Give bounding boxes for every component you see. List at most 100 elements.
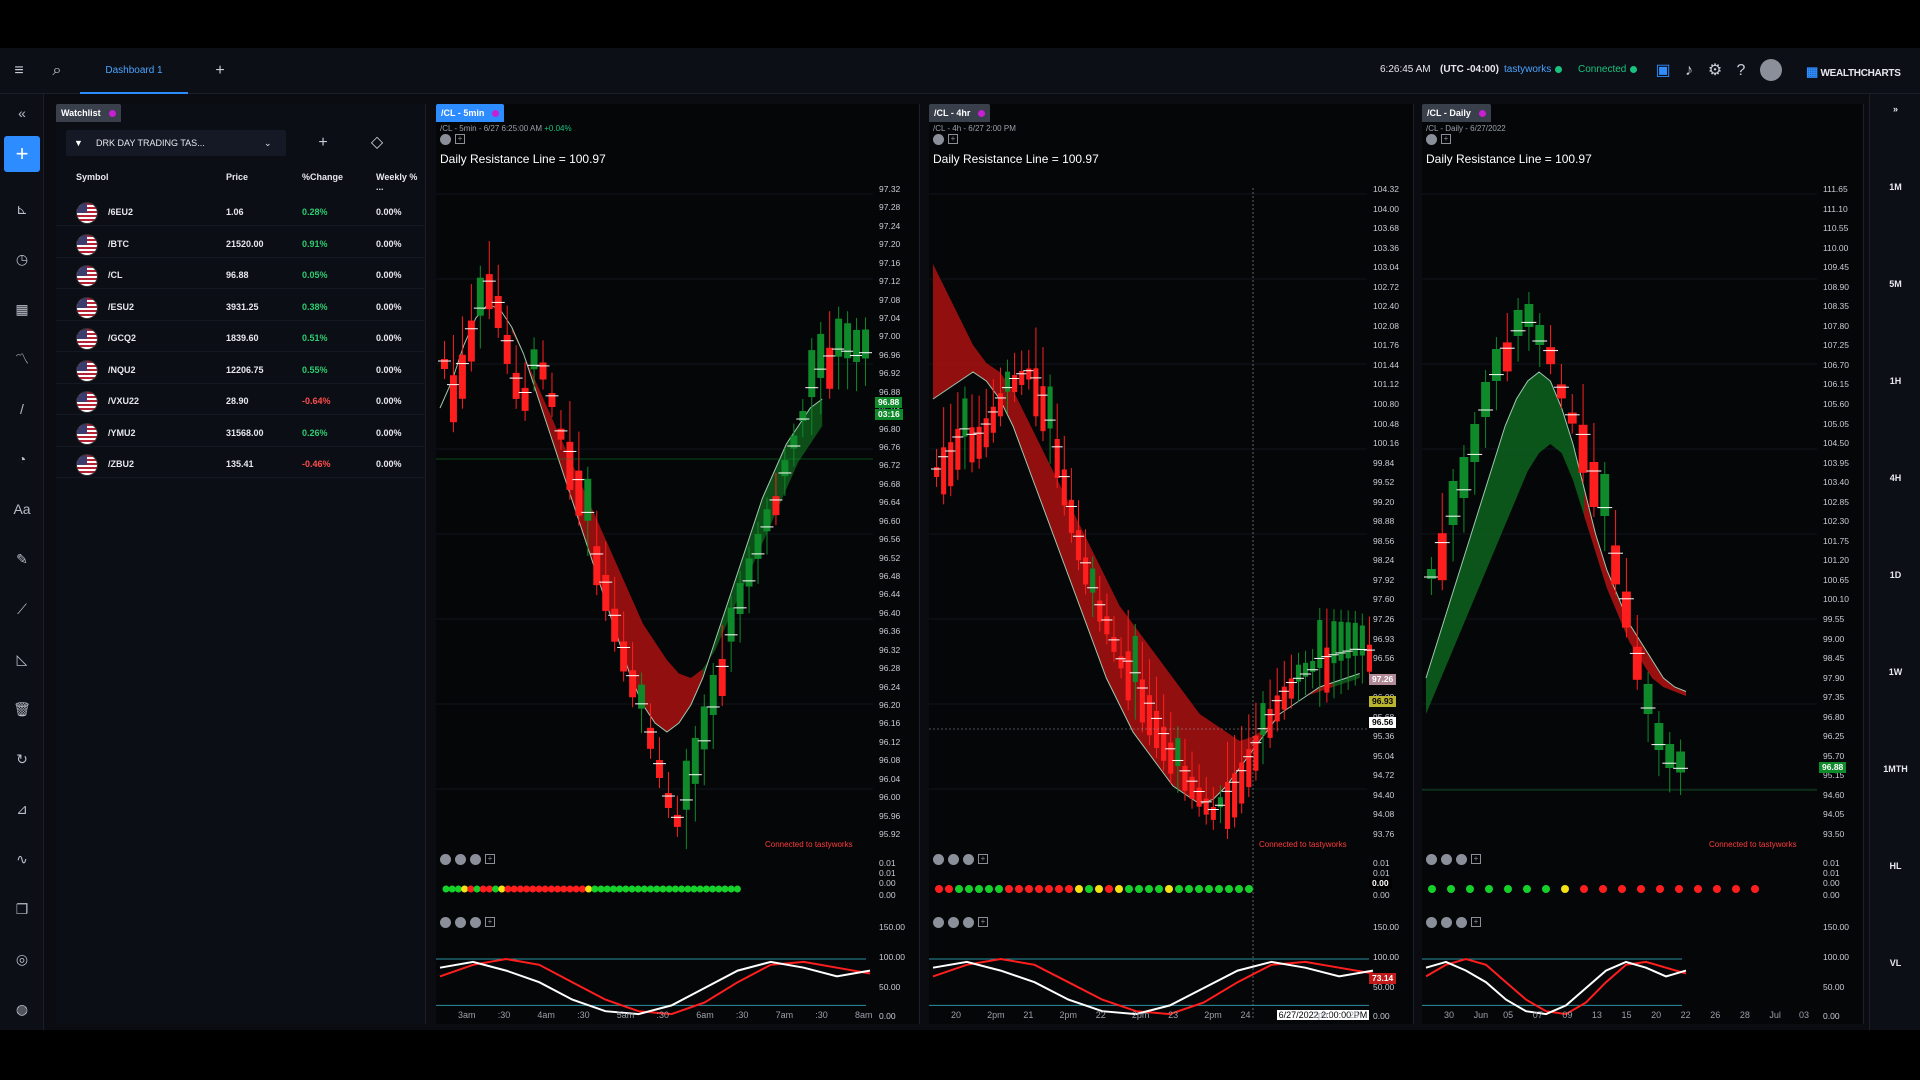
indicator-expand-icon[interactable]: + — [1471, 854, 1481, 864]
chart-panel-daily[interactable]: /CL - Daily /CL - Daily - 6/27/2022 + Da… — [1422, 104, 1864, 1024]
table-row[interactable]: /VXU22 28.90 -0.64% 0.00% — [56, 385, 426, 415]
indicator-collapse-icon[interactable] — [1441, 854, 1452, 865]
add-symbol-icon[interactable]: + — [312, 132, 334, 154]
oscillator-expand-icon[interactable]: + — [978, 917, 988, 927]
tab-dashboard-1[interactable]: Dashboard 1 — [80, 48, 188, 94]
collapse-left-icon[interactable]: « — [7, 98, 37, 128]
chart-panel-5min[interactable]: /CL - 5min /CL - 5min - 6/27 6:25:00 AM … — [436, 104, 920, 1024]
search-icon[interactable]: ⌕ — [46, 60, 68, 82]
line-tool-icon[interactable]: / — [7, 394, 37, 424]
shapes-icon[interactable]: ◔ — [7, 444, 37, 474]
oscillator-settings-icon[interactable] — [470, 917, 481, 928]
add-chart-button[interactable]: + — [4, 136, 40, 172]
oscillator-settings-icon[interactable] — [963, 917, 974, 928]
filter-icon[interactable]: ▼ — [74, 138, 83, 148]
timeframe-1w[interactable]: 1W — [1870, 667, 1920, 677]
chart-type-icon[interactable]: ⊾ — [7, 194, 37, 224]
timeframe-1m[interactable]: 1M — [1870, 182, 1920, 192]
timezone[interactable]: (UTC -04:00) — [1440, 64, 1499, 75]
oscillator-visibility-icon[interactable] — [1426, 917, 1437, 928]
calendar-icon[interactable]: ▦ — [7, 294, 37, 324]
table-row[interactable]: /BTC 21520.00 0.91% 0.00% — [56, 228, 426, 258]
oscillator-collapse-icon[interactable] — [948, 917, 959, 928]
pencil-icon[interactable]: ✎ — [7, 544, 37, 574]
indicator-visibility-icon[interactable] — [440, 854, 451, 865]
strategy-icon[interactable]: ∿ — [7, 844, 37, 874]
indicator-visibility-icon[interactable] — [1426, 854, 1437, 865]
save-icon[interactable]: ▣ — [1652, 60, 1674, 82]
indicator-collapse-icon[interactable] — [455, 854, 466, 865]
table-row[interactable]: /CL 96.88 0.05% 0.00% — [56, 259, 426, 289]
text-tool-icon[interactable]: Aa — [7, 494, 37, 524]
avatar[interactable] — [1760, 59, 1782, 81]
target-icon[interactable]: ◎ — [7, 944, 37, 974]
trash-icon[interactable]: 🗑 — [7, 694, 37, 724]
chart-controls: + — [1426, 134, 1466, 146]
table-row[interactable]: /6EU2 1.06 0.28% 0.00% — [56, 196, 426, 226]
visibility-icon[interactable] — [933, 134, 944, 145]
chart-pin-icon[interactable] — [978, 110, 986, 118]
timeframe-1h[interactable]: 1H — [1870, 376, 1920, 386]
signal-dot — [510, 885, 518, 893]
watchlist-selector[interactable]: ▼ DRK DAY TRADING TAS... ⌄ — [66, 130, 286, 156]
help-icon[interactable]: ? — [1730, 60, 1752, 82]
oscillator-visibility-icon[interactable] — [933, 917, 944, 928]
timeframe-1mth[interactable]: 1MTH — [1870, 764, 1920, 774]
chart-tab[interactable]: /CL - 5min — [436, 104, 505, 122]
table-row[interactable]: /ESU2 3931.25 0.38% 0.00% — [56, 291, 426, 321]
indicator-expand-icon[interactable]: + — [485, 854, 495, 864]
timeframe-5m[interactable]: 5M — [1870, 279, 1920, 289]
col-change[interactable]: %Change — [302, 172, 343, 182]
menu-icon[interactable]: ≡ — [8, 60, 30, 82]
oscillator-settings-icon[interactable] — [1456, 917, 1467, 928]
oscillator-expand-icon[interactable]: + — [485, 917, 495, 927]
timeframe-vl[interactable]: VL — [1870, 958, 1920, 968]
indicator-expand-icon[interactable]: + — [978, 854, 988, 864]
indicator-icon[interactable]: ⊿ — [7, 794, 37, 824]
expand-icon[interactable]: + — [1441, 134, 1451, 144]
table-row[interactable]: /ZBU2 135.41 -0.46% 0.00% — [56, 448, 426, 478]
chart-pin-icon[interactable] — [1478, 110, 1486, 118]
oscillator-collapse-icon[interactable] — [1441, 917, 1452, 928]
visibility-icon[interactable] — [440, 134, 451, 145]
timeframe-4h[interactable]: 4H — [1870, 473, 1920, 483]
indicator-visibility-icon[interactable] — [933, 854, 944, 865]
timeframe-hl[interactable]: HL — [1870, 861, 1920, 871]
measure-icon[interactable]: ◺ — [7, 644, 37, 674]
ruler-icon[interactable]: ⟋ — [7, 594, 37, 624]
oscillator-expand-icon[interactable]: + — [1471, 917, 1481, 927]
col-symbol[interactable]: Symbol — [76, 172, 109, 182]
indicator-settings-icon[interactable] — [1456, 854, 1467, 865]
chart-panel-4hr[interactable]: /CL - 4hr /CL - 4h - 6/27 2:00 PM + Dail… — [929, 104, 1414, 1024]
oscillator-visibility-icon[interactable] — [440, 917, 451, 928]
trend-icon[interactable]: 〽 — [7, 344, 37, 374]
indicator-collapse-icon[interactable] — [948, 854, 959, 865]
expand-icon[interactable]: + — [455, 134, 465, 144]
layers-icon[interactable]: ❐ — [7, 894, 37, 924]
table-row[interactable]: /YMU2 31568.00 0.26% 0.00% — [56, 417, 426, 447]
col-weekly[interactable]: Weekly % ... — [376, 172, 425, 192]
visibility-icon[interactable] — [1426, 134, 1437, 145]
edit-list-icon[interactable]: ◇ — [366, 132, 388, 154]
gear-icon[interactable]: ⚙ — [1704, 60, 1726, 82]
oscillator-collapse-icon[interactable] — [455, 917, 466, 928]
timeframe-1d[interactable]: 1D — [1870, 570, 1920, 580]
table-row[interactable]: /GCQ2 1839.60 0.51% 0.00% — [56, 322, 426, 352]
expand-icon[interactable]: + — [948, 134, 958, 144]
chart-tab[interactable]: /CL - Daily — [1422, 104, 1491, 122]
chart-pin-icon[interactable] — [492, 110, 500, 118]
indicator-settings-icon[interactable] — [963, 854, 974, 865]
expand-right-icon[interactable]: » — [1870, 104, 1920, 114]
indicator-settings-icon[interactable] — [470, 854, 481, 865]
table-row[interactable]: /NQU2 12206.75 0.55% 0.00% — [56, 354, 426, 384]
globe-icon[interactable]: ◍ — [7, 994, 37, 1024]
chart-tab[interactable]: /CL - 4hr — [929, 104, 991, 122]
broker-status[interactable]: tastyworks — [1504, 64, 1563, 75]
clock-icon[interactable]: ◷ — [7, 244, 37, 274]
col-price[interactable]: Price — [226, 172, 248, 182]
bell-icon[interactable]: ♪ — [1678, 60, 1700, 82]
watchlist-tab[interactable]: Watchlist — [56, 104, 121, 122]
refresh-icon[interactable]: ↻ — [7, 744, 37, 774]
add-tab-icon[interactable]: + — [209, 60, 231, 82]
watchlist-pin-icon[interactable] — [108, 110, 116, 118]
